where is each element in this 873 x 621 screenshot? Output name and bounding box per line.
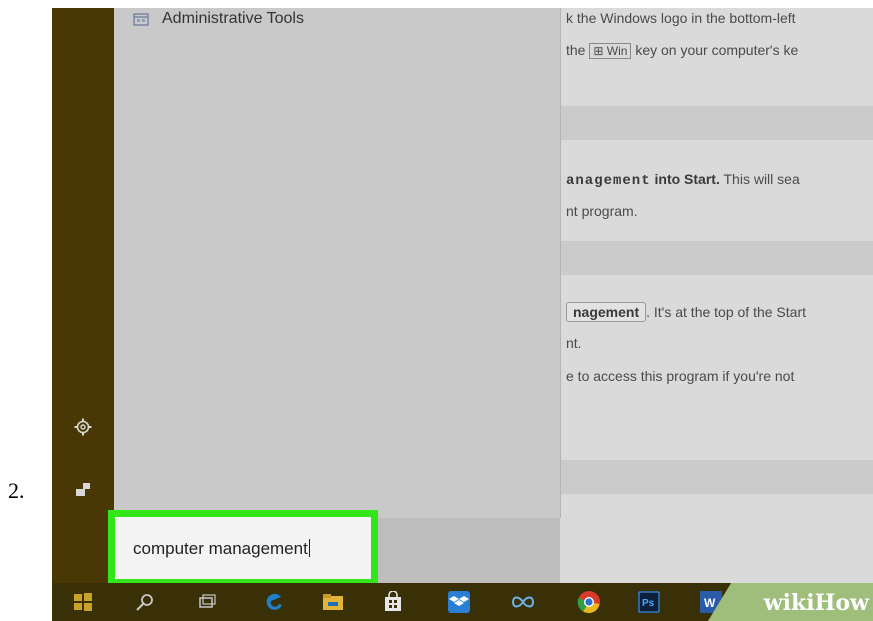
svg-text:W: W	[704, 596, 716, 610]
article-divider	[560, 241, 873, 275]
list-item-administrative-tools[interactable]: Administrative Tools	[132, 10, 304, 28]
article-line-1: k the Windows logo in the bottom-left	[566, 10, 796, 26]
search-input-value: computer management	[133, 539, 310, 558]
article-line-7: e to access this program if you're not	[566, 368, 795, 384]
list-item-label: Administrative Tools	[162, 10, 304, 27]
article-line-3: anagement into Start. This will sea	[566, 171, 800, 189]
article-line-6: nt.	[566, 335, 582, 351]
article-line-2: the ⊞ Win key on your computer's ke	[566, 42, 799, 59]
administrative-tools-icon	[132, 11, 150, 27]
wikihow-watermark: wikiHow	[708, 583, 873, 621]
chrome-icon[interactable]	[576, 589, 602, 615]
settings-icon[interactable]	[72, 416, 94, 438]
screenshot: k the Windows logo in the bottom-left th…	[52, 8, 873, 621]
article-button-label: nagement	[566, 302, 647, 322]
start-menu-app-list: Administrative Tools	[114, 8, 561, 518]
article-divider	[560, 106, 873, 140]
windows-logo-icon[interactable]	[70, 589, 96, 615]
photoshop-icon[interactable]: Ps	[636, 589, 662, 615]
background-article: k the Windows logo in the bottom-left th…	[560, 8, 873, 583]
start-menu-left-strip	[52, 8, 114, 583]
article-line-4: nt program.	[566, 203, 638, 219]
step-number: 2.	[8, 478, 25, 503]
svg-text:Ps: Ps	[642, 598, 655, 609]
watermark-text: wikiHow	[763, 590, 869, 616]
infinity-app-icon[interactable]	[510, 589, 536, 615]
edge-icon[interactable]	[262, 589, 288, 615]
task-view-icon[interactable]	[194, 589, 220, 615]
win-key-badge: ⊞ Win	[589, 43, 632, 59]
store-icon[interactable]	[380, 589, 406, 615]
search-icon[interactable]	[132, 589, 158, 615]
file-explorer-icon[interactable]	[320, 589, 346, 615]
article-line-5: nagement. It's at the top of the Start	[566, 302, 806, 322]
text-caret	[308, 539, 310, 557]
search-input[interactable]: computer management	[108, 510, 378, 586]
article-divider	[560, 460, 873, 494]
power-icon[interactable]	[72, 478, 94, 500]
dropbox-icon[interactable]	[446, 589, 472, 615]
